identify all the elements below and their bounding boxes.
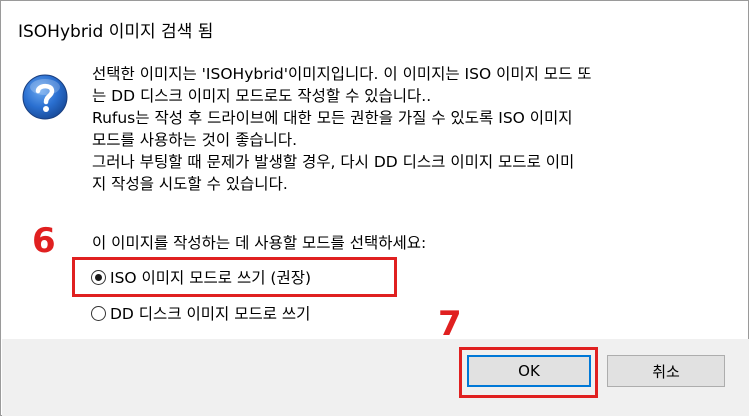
iso-hybrid-dialog: ISOHybrid 이미지 검색 됨 선택한 이미지는 'ISOHybrid'이… — [0, 0, 749, 416]
message-line: 그러나 부팅할 때 문제가 발생할 경우, 다시 DD 디스크 이미지 모드로 … — [92, 153, 575, 171]
dd-mode-option[interactable]: DD 디스크 이미지 모드로 쓰기 — [91, 302, 310, 324]
message-line: 모드를 사용하는 것이 좋습니다. — [92, 131, 298, 149]
step-7-marker: 7 — [438, 304, 462, 344]
message-line: 지 작성을 시도할 수 있습니다. — [92, 175, 288, 193]
dd-mode-radio[interactable] — [91, 305, 106, 321]
message-line: 는 DD 디스크 이미지 모드로도 작성할 수 있습니다.. — [92, 87, 432, 105]
question-icon — [22, 74, 68, 120]
ok-button-highlight — [459, 347, 598, 398]
dd-mode-label[interactable]: DD 디스크 이미지 모드로 쓰기 — [110, 302, 310, 324]
dialog-title: ISOHybrid 이미지 검색 됨 — [18, 22, 214, 42]
cancel-button[interactable]: 취소 — [607, 355, 725, 387]
iso-option-highlight — [72, 257, 397, 297]
message-line: Rufus는 작성 후 드라이브에 대한 모든 권한을 가질 수 있도록 ISO… — [92, 109, 573, 127]
mode-prompt: 이 이미지를 작성하는 데 사용할 모드를 선택하세요: — [92, 234, 427, 252]
step-6-marker: 6 — [32, 221, 56, 261]
dialog-message: 선택한 이미지는 'ISOHybrid'이미지입니다. 이 이미지는 ISO 이… — [92, 63, 732, 195]
message-line: 선택한 이미지는 'ISOHybrid'이미지입니다. 이 이미지는 ISO 이… — [92, 65, 592, 83]
